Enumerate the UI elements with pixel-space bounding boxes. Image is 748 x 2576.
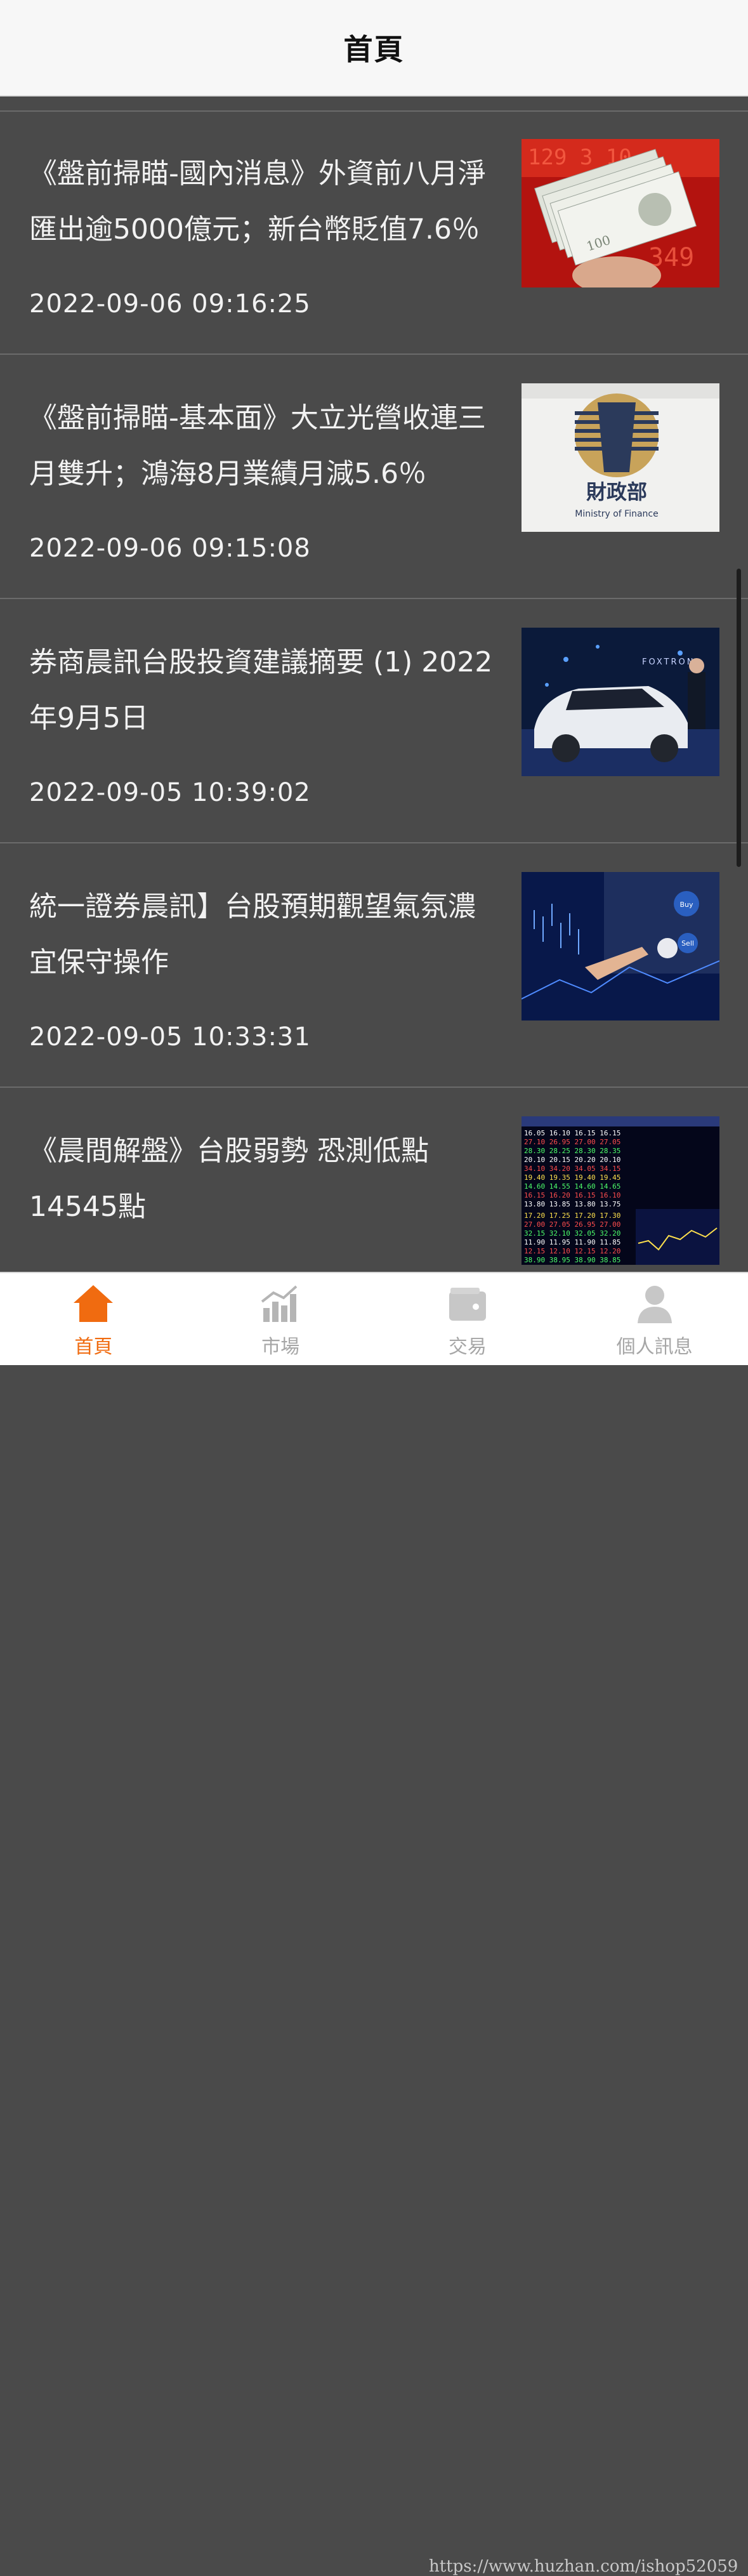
tab-label: 首頁	[74, 1336, 113, 1358]
news-item[interactable]: 券商晨訊台股投資建議摘要 (1) 2022年9月5日 2022-09-05 10…	[0, 599, 748, 843]
tab-trade[interactable]: 交易	[374, 1273, 561, 1365]
top-nav-bar: 首頁	[0, 0, 748, 96]
stock-chart-touch-image[interactable]: Buy Sell	[522, 872, 719, 1020]
news-headline[interactable]: 券商晨訊台股投資建議摘要 (1) 2022年9月5日	[29, 635, 499, 746]
tab-label: 交易	[448, 1336, 487, 1358]
tab-profile[interactable]: 個人訊息	[561, 1273, 748, 1365]
home-icon	[74, 1285, 114, 1322]
svg-text:16.05 16.10 16.15 16.15: 16.05 16.10 16.15 16.15	[524, 1129, 620, 1137]
svg-text:34.10 34.20 34.05 34.15: 34.10 34.20 34.05 34.15	[524, 1165, 620, 1173]
news-headline[interactable]: 《盤前掃瞄-基本面》大立光營收連三月雙升；鴻海8月業績月減5.6％	[29, 390, 499, 502]
news-item[interactable]: 《盤前掃瞄-基本面》大立光營收連三月雙升；鴻海8月業績月減5.6％ 2022-0…	[0, 355, 748, 599]
ministry-of-finance-image[interactable]: 財政部 Ministry of Finance	[522, 383, 719, 532]
bottom-tab-bar: 首頁 市場 交易 個人訊息 https://www.huzhan.com/ish…	[0, 1272, 748, 2576]
svg-text:11.90 11.95 11.90 11.85: 11.90 11.95 11.90 11.85	[524, 1238, 620, 1246]
news-list[interactable]: 《盤前掃瞄-國內消息》外資前八月淨匯出逾5000億元；新台幣貶值7.6％ 202…	[0, 110, 748, 1332]
news-timestamp: 2022-09-05 10:33:31	[29, 1022, 311, 1052]
stock-quote-board-image[interactable]: 16.05 16.10 16.15 16.15 27.10 26.95 27.0…	[522, 1116, 719, 1265]
news-item[interactable]: 統一證券晨訊】台股預期觀望氣氛濃 宜保守操作 2022-09-05 10:33:…	[0, 843, 748, 1088]
foxtron-car-launch-image[interactable]: FOXTRON	[522, 628, 719, 776]
news-headline[interactable]: 統一證券晨訊】台股預期觀望氣氛濃 宜保守操作	[29, 879, 499, 991]
svg-text:14.60 14.55 14.60 14.65: 14.60 14.55 14.60 14.65	[524, 1182, 620, 1191]
svg-text:19.40 19.35 19.40 19.45: 19.40 19.35 19.40 19.45	[524, 1173, 620, 1182]
svg-text:12.15 12.10 12.15 12.20: 12.15 12.10 12.15 12.20	[524, 1247, 620, 1255]
svg-text:17.20 17.25 17.20 17.30: 17.20 17.25 17.20 17.30	[524, 1212, 620, 1220]
news-headline[interactable]: 《晨間解盤》台股弱勢 恐測低點14545點	[29, 1123, 499, 1235]
tab-label: 個人訊息	[616, 1336, 693, 1358]
thumb-caption-sub: Ministry of Finance	[575, 509, 659, 519]
scrollbar[interactable]	[737, 569, 741, 867]
tab-home[interactable]: 首頁	[0, 1273, 187, 1365]
thumb-sell-text: Sell	[681, 939, 694, 948]
news-timestamp: 2022-09-06 09:16:25	[29, 289, 311, 319]
thumb-brand-text: FOXTRON	[642, 657, 695, 667]
market-chart-icon	[261, 1285, 298, 1322]
tab-label: 市場	[261, 1336, 300, 1358]
svg-text:13.80 13.85 13.80 13.75: 13.80 13.85 13.80 13.75	[524, 1200, 620, 1208]
page-title: 首頁	[343, 32, 405, 67]
news-headline[interactable]: 《盤前掃瞄-國內消息》外資前八月淨匯出逾5000億元；新台幣貶值7.6％	[29, 146, 499, 258]
news-item[interactable]: 《盤前掃瞄-國內消息》外資前八月淨匯出逾5000億元；新台幣貶值7.6％ 202…	[0, 110, 748, 355]
svg-text:28.30 28.25 28.30 28.35: 28.30 28.25 28.30 28.35	[524, 1147, 620, 1155]
svg-text:27.00 27.05 26.95 27.00: 27.00 27.05 26.95 27.00	[524, 1220, 620, 1229]
svg-text:38.90 38.95 38.90 38.85: 38.90 38.95 38.90 38.85	[524, 1256, 620, 1264]
thumb-caption-name: 財政部	[586, 480, 647, 504]
user-icon	[637, 1286, 672, 1323]
svg-text:16.15 16.20 16.15 16.10: 16.15 16.20 16.15 16.10	[524, 1191, 620, 1199]
news-timestamp: 2022-09-05 10:39:02	[29, 778, 311, 807]
news-timestamp: 2022-09-06 09:15:08	[29, 534, 311, 563]
svg-text:20.10 20.15 20.20 20.10: 20.10 20.15 20.20 20.10	[524, 1156, 620, 1164]
watermark-text: https://www.huzhan.com/ishop52059	[429, 2557, 738, 2576]
tab-market[interactable]: 市場	[187, 1273, 374, 1365]
thumb-buy-text: Buy	[679, 901, 693, 909]
money-banknotes-image[interactable]: 129 3 10 349 100	[522, 139, 719, 287]
svg-text:27.10 26.95 27.00 27.05: 27.10 26.95 27.00 27.05	[524, 1138, 620, 1146]
wallet-icon	[449, 1288, 486, 1321]
svg-text:32.15 32.10 32.05 32.20: 32.15 32.10 32.05 32.20	[524, 1229, 620, 1238]
